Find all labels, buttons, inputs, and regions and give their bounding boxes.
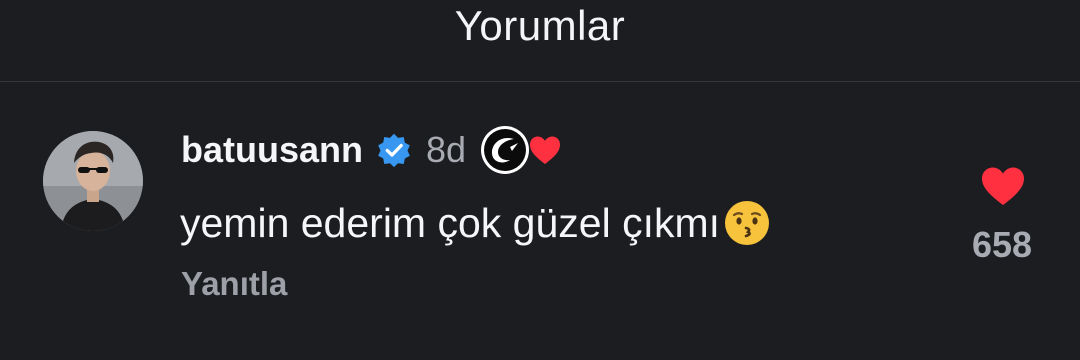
- comment-text: yemin ederim çok güzel çıkmı: [180, 198, 772, 248]
- comment-header: batuusann 8d: [181, 126, 562, 174]
- verified-badge-icon: [378, 133, 410, 168]
- like-count: 658: [971, 224, 1033, 265]
- like-button-heart-icon[interactable]: [980, 165, 1026, 207]
- comments-header: Yorumlar: [0, 0, 1080, 82]
- username[interactable]: batuusann: [181, 129, 363, 171]
- avatar[interactable]: [43, 131, 143, 231]
- reply-button[interactable]: Yanıtla: [181, 265, 287, 303]
- creator-logo-icon: [481, 126, 530, 174]
- heart-icon: [530, 136, 561, 164]
- page-title: Yorumlar: [454, 2, 626, 49]
- comment-age: 8d: [426, 129, 467, 170]
- kissing-face-emoji: [725, 201, 770, 245]
- comment-body: yemin ederim çok güzel çıkmı: [180, 199, 721, 246]
